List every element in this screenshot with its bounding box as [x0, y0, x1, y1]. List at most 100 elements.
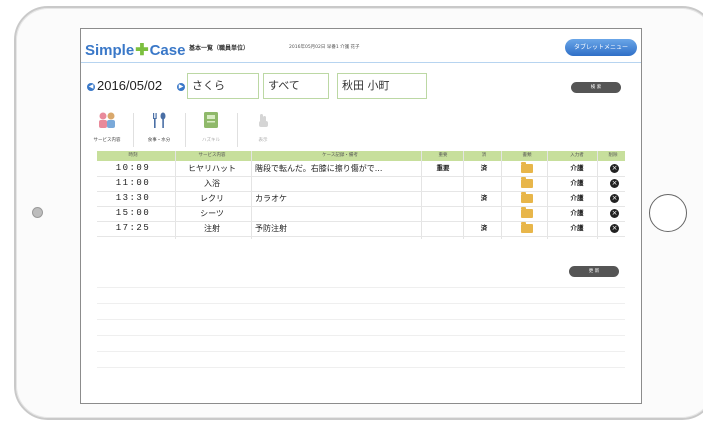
unit-select[interactable]: さくら	[187, 73, 259, 99]
page-title: 基本一覧（職員単位）	[189, 45, 250, 52]
documents-cell	[509, 206, 545, 221]
empty-row-line	[97, 287, 625, 288]
logo-plus-icon: ✚	[135, 42, 149, 59]
toolbar-separator	[133, 113, 134, 147]
folder-icon[interactable]	[521, 207, 533, 218]
resident-select[interactable]: 秋田 小町	[337, 73, 427, 99]
done-cell: 済	[480, 164, 488, 172]
tablet-menu-button[interactable]: タブレットメニュー	[565, 39, 637, 56]
service-cell: シーツ	[200, 209, 224, 218]
camera-icon	[32, 207, 43, 218]
done-cell: 済	[480, 194, 488, 202]
service-cell: 注射	[204, 224, 220, 233]
app-screen: Simple✚Case 基本一覧（職員単位） 2016年05月02日 早番1 介…	[80, 28, 642, 404]
table-row[interactable]: 10:09 ヒヤリハット 階段で転んだ。右膝に擦り傷がで... 重要 済 介護 …	[97, 161, 625, 177]
input-by-cell: 介護	[570, 194, 584, 202]
header-documents: 書類	[522, 153, 532, 158]
table-row[interactable]: 15:00 シーツ 介護 ×	[97, 206, 625, 222]
header-note: ケース記録・備考	[322, 153, 358, 158]
note-cell: カラオケ	[255, 194, 287, 203]
input-by-cell: 介護	[570, 209, 584, 217]
empty-row-line	[97, 367, 625, 368]
empty-row-line	[97, 303, 625, 304]
done-cell: 済	[480, 224, 488, 232]
disabled-button-2[interactable]: 表示	[241, 109, 285, 149]
folder-icon[interactable]	[521, 177, 533, 188]
time-cell: 11:00	[115, 178, 151, 188]
header-input-by: 入力者	[570, 153, 584, 158]
header-done: 済	[481, 153, 487, 158]
note-cell: 予防注射	[255, 224, 287, 233]
folder-icon[interactable]	[521, 162, 533, 173]
header-service: サービス内容	[198, 153, 226, 158]
documents-cell	[509, 161, 545, 176]
caregivers-icon	[99, 112, 115, 128]
delete-cell: ×	[605, 206, 625, 221]
header-time: 時刻	[128, 153, 138, 158]
disabled-button-2-label: 表示	[258, 138, 268, 143]
table-row[interactable]: 17:25 注射 予防注射 済 介護 ×	[97, 221, 625, 237]
input-by-cell: 介護	[570, 224, 584, 232]
table-row[interactable]: 13:30 レクリ カラオケ 済 介護 ×	[97, 191, 625, 207]
delete-cell: ×	[605, 176, 625, 191]
delete-icon[interactable]: ×	[610, 209, 619, 218]
disabled-button-1[interactable]: ハズキル	[189, 109, 233, 149]
folder-icon[interactable]	[521, 192, 533, 203]
document-icon	[204, 112, 218, 128]
time-cell: 13:30	[115, 193, 151, 203]
service-input-label: サービス内容	[93, 138, 121, 143]
note-cell	[255, 206, 425, 221]
meal-input-label: 食事・水分	[147, 138, 171, 143]
prev-date-icon[interactable]: ◀	[87, 83, 95, 91]
done-cell	[469, 206, 499, 221]
filter-bar: ◀ 2016/05/02 ▶ さくら すべて 秋田 小町 検 索	[81, 73, 641, 101]
search-button[interactable]: 検 索	[571, 82, 621, 93]
home-button[interactable]	[649, 194, 687, 232]
important-cell	[425, 206, 461, 221]
disabled-button-1-label: ハズキル	[202, 138, 220, 143]
service-cell: レクリ	[200, 194, 224, 203]
input-by-cell: 介護	[570, 179, 584, 187]
table-row[interactable]: 11:00 入浴 介護 ×	[97, 176, 625, 192]
app-logo: Simple✚Case	[85, 40, 185, 60]
important-cell	[425, 221, 461, 236]
time-cell: 15:00	[115, 208, 151, 218]
delete-cell: ×	[605, 221, 625, 236]
toolbar-separator	[237, 113, 238, 147]
delete-icon[interactable]: ×	[610, 194, 619, 203]
delete-icon[interactable]: ×	[610, 164, 619, 173]
empty-row-line	[97, 335, 625, 336]
category-select[interactable]: すべて	[263, 73, 329, 99]
done-cell	[469, 176, 499, 191]
delete-cell: ×	[605, 191, 625, 206]
note-cell	[255, 176, 425, 191]
date-display[interactable]: 2016/05/02	[97, 78, 162, 93]
header-info: 2016年05月02日 早番1 介護 花子	[289, 45, 360, 50]
next-date-icon[interactable]: ▶	[177, 83, 185, 91]
delete-icon[interactable]: ×	[610, 179, 619, 188]
documents-cell	[509, 176, 545, 191]
important-cell	[425, 191, 461, 206]
delete-cell: ×	[605, 161, 625, 176]
service-cell: ヒヤリハット	[188, 164, 236, 173]
time-cell: 10:09	[115, 163, 151, 173]
table-header: 時刻 サービス内容 ケース記録・備考 重要 済 書類 入力者 削除	[97, 151, 625, 161]
header-important: 重要	[438, 153, 448, 158]
meal-input-button[interactable]: 食事・水分	[137, 109, 181, 149]
logo-case: Case	[149, 42, 186, 59]
documents-cell	[509, 191, 545, 206]
meal-icon	[153, 112, 166, 128]
top-bar: Simple✚Case 基本一覧（職員単位） 2016年05月02日 早番1 介…	[81, 29, 641, 65]
service-input-button[interactable]: サービス内容	[85, 109, 129, 149]
toolbar: サービス内容 食事・水分 ハズキル 表示	[81, 109, 641, 149]
important-cell	[425, 176, 461, 191]
update-button[interactable]: 更 新	[569, 266, 619, 277]
time-cell: 17:25	[115, 223, 151, 233]
hand-icon	[259, 114, 268, 127]
folder-icon[interactable]	[521, 222, 533, 233]
delete-icon[interactable]: ×	[610, 224, 619, 233]
header-delete: 削除	[608, 153, 618, 158]
logo-simple: Simple	[85, 42, 135, 59]
important-cell: 重要	[436, 164, 450, 172]
empty-row-line	[97, 351, 625, 352]
